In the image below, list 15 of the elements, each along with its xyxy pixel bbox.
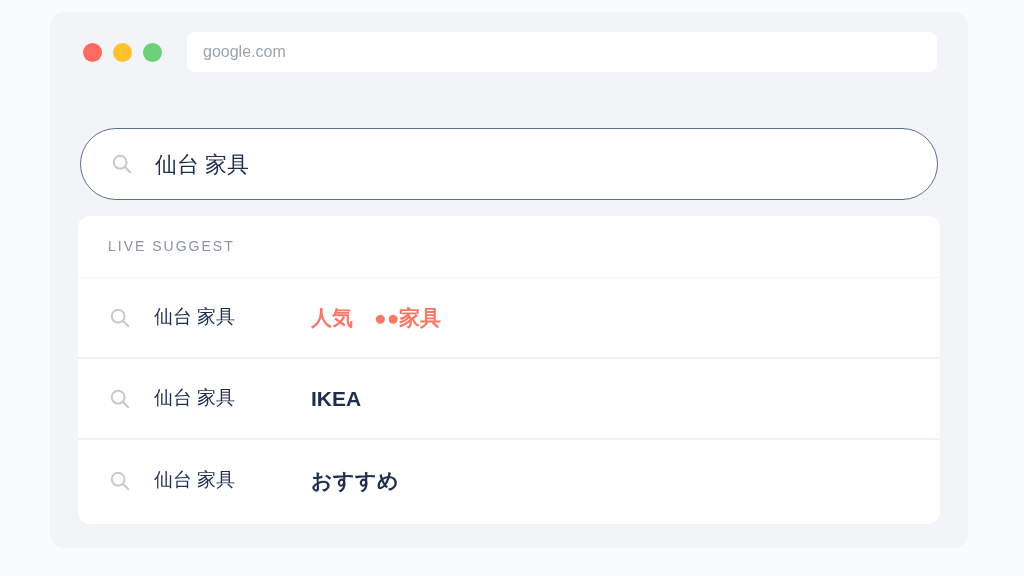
search-icon xyxy=(111,153,133,175)
search-icon xyxy=(109,306,131,329)
search-icon xyxy=(109,387,131,410)
suggestion-item[interactable]: 仙台 家具 人気 ●●家具 xyxy=(78,278,940,359)
section-heading: LIVE SUGGEST xyxy=(108,237,235,256)
suggestion-text: 人気 ●●家具 xyxy=(311,304,442,331)
suggestion-query: 仙台 家具 xyxy=(154,468,237,493)
suggestion-item[interactable]: 仙台 家具 IKEA xyxy=(78,359,940,440)
suggestion-text: おすすめ xyxy=(311,467,399,494)
suggestion-query: 仙台 家具 xyxy=(154,305,237,330)
suggestion-query: 仙台 家具 xyxy=(154,386,237,411)
suggestion-text: IKEA xyxy=(311,385,362,412)
search-field[interactable]: 仙台 家具 xyxy=(80,128,938,200)
search-icon xyxy=(109,469,131,492)
suggestion-item[interactable]: 仙台 家具 おすすめ xyxy=(78,440,940,521)
